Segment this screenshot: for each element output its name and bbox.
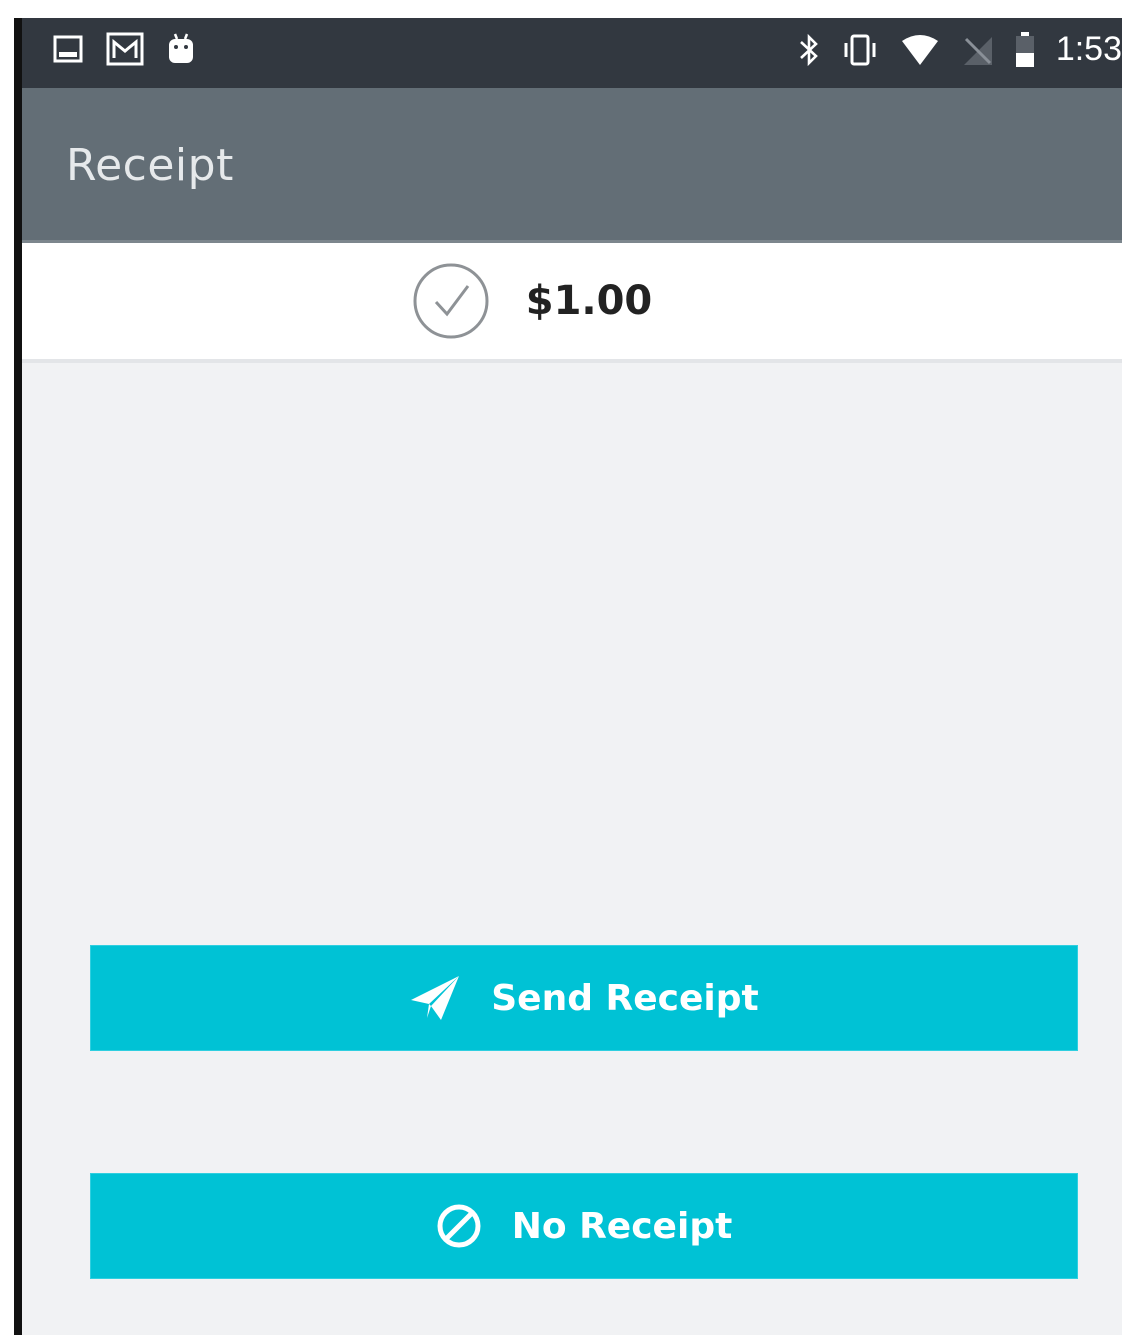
page-title: Receipt: [66, 140, 234, 191]
image-icon: [52, 33, 84, 65]
gmail-icon: [106, 32, 144, 66]
battery-icon: [1014, 31, 1036, 69]
bluetooth-icon: [798, 32, 820, 68]
no-signal-icon: [960, 33, 994, 67]
wifi-icon: [900, 33, 940, 67]
send-receipt-label: Send Receipt: [491, 977, 759, 1019]
no-receipt-button[interactable]: No Receipt: [90, 1173, 1078, 1279]
status-time: 1:53: [1055, 30, 1122, 68]
notification-icons: [52, 32, 196, 66]
no-receipt-label: No Receipt: [511, 1205, 733, 1247]
frame-left: [0, 0, 22, 1335]
vibrate-icon: [840, 33, 880, 67]
device: 1:53 Receipt $1.00 Send Receipt No Recei…: [0, 0, 1122, 1335]
android-icon: [166, 32, 196, 66]
check-circle-icon: [412, 262, 490, 340]
system-status-icons: 1:53: [798, 30, 1122, 69]
amount-summary: $1.00: [22, 243, 1122, 363]
block-icon: [436, 1203, 482, 1249]
app-bar: Receipt: [22, 88, 1122, 243]
send-receipt-button[interactable]: Send Receipt: [90, 945, 1078, 1051]
screen: 1:53 Receipt $1.00 Send Receipt No Recei…: [22, 18, 1122, 1335]
status-bar: 1:53: [22, 18, 1122, 88]
frame-top: [0, 0, 1122, 18]
transaction-amount: $1.00: [525, 278, 653, 324]
send-icon: [409, 974, 461, 1022]
amount-summary-content: $1.00: [22, 243, 1122, 359]
